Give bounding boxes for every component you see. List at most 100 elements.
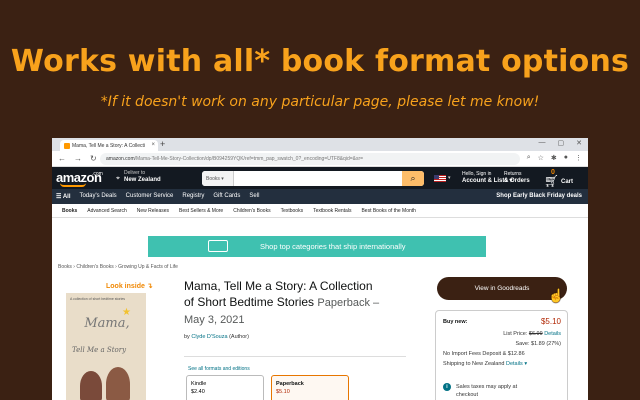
amazon-header: amazon .com ⌖ Deliver to New Zealand Boo… [52,167,588,189]
author-role: (Author) [229,334,249,340]
close-window-icon[interactable]: ✕ [576,139,582,147]
author-link[interactable]: Clyde D'Souza [191,334,227,340]
bookmark-star-icon[interactable]: ☆ [538,154,544,162]
subnav-textbooks[interactable]: Textbooks [281,208,304,214]
divider [184,356,406,357]
books-subnav: Books Advanced Search New Releases Best … [52,204,588,218]
browser-window: Mama, Tell Me a Story: A Collecti × + — … [52,138,588,400]
subnav-textbook-rentals[interactable]: Textbook Rentals [313,208,351,214]
list-price-row: List Price: $6.99 Details [503,331,561,337]
shipping-details-link[interactable]: Details ▾ [506,361,527,367]
subnav-best-books-month[interactable]: Best Books of the Month [361,208,415,214]
tax-line-1: Sales taxes may apply at [456,384,518,390]
banner-text: Shop top categories that ship internatio… [260,242,406,251]
deliver-to[interactable]: Deliver to New Zealand [124,170,161,184]
see-all-formats-link[interactable]: See all formats and editions [188,366,250,372]
list-price-label: List Price: [503,331,528,337]
list-price-details-link[interactable]: Details [544,331,561,337]
international-shipping-banner[interactable]: Shop top categories that ship internatio… [148,236,486,257]
language-caret-icon[interactable]: ▾ [448,175,451,181]
nav-gift-cards[interactable]: Gift Cards [213,193,240,200]
tab-title: Mama, Tell Me a Story: A Collecti [72,143,145,149]
format-name: Paperback [276,381,304,387]
cover-subtitle: Tell Me a Story [72,346,127,354]
buy-box: Buy new: $5.10 List Price: $6.99 Details… [435,310,568,400]
search-category-select[interactable]: Books ▾ [202,171,234,186]
look-inside-link[interactable]: Look inside ↴ [106,282,153,290]
sales-tax-note: Sales taxes may apply at checkout [456,383,517,399]
search-button[interactable]: ⌕ [402,171,424,186]
url-path: /Mama-Tell-Me-Story-Collection/dp/B09425… [134,156,364,162]
cover-title: Mama, [84,316,130,331]
forward-icon[interactable]: → [74,154,82,163]
cover-tagline: A collection of short bedtime stories [70,297,126,301]
address-bar: ← → ↻ amazon.com/Mama-Tell-Me-Story-Coll… [52,151,588,167]
search-bar: Books ▾ ⌕ [202,171,424,186]
location-pin-icon: ⌖ [116,175,120,182]
format-option-kindle[interactable]: Kindle $2.40 [186,375,264,400]
subnav-best-sellers[interactable]: Best Sellers & More [179,208,223,214]
buy-new-label: Buy new: [443,319,468,325]
back-icon[interactable]: ← [58,154,66,163]
search-input[interactable] [238,171,398,186]
nav-all-menu[interactable]: ☰ All [56,193,71,200]
cart-label: Cart [561,179,574,185]
orders-label: & Orders [504,178,530,184]
url-host: amazon.com [106,156,135,162]
nav-sell[interactable]: Sell [249,193,259,200]
format-price: $2.40 [191,389,205,395]
nav-customer-service[interactable]: Customer Service [126,193,174,200]
extensions-icon[interactable]: ✱ [551,154,557,162]
deliver-label: Deliver to [124,170,146,176]
shipping-text: Shipping to New Zealand [443,361,505,367]
close-tab-icon[interactable]: × [151,142,155,148]
subnav-new-releases[interactable]: New Releases [137,208,169,214]
format-price: $5.10 [276,389,290,395]
list-price: $6.99 [528,331,543,337]
cart-icon: 🛒︎ [544,174,560,188]
book-cover-image[interactable]: A collection of short bedtime stories ★ … [66,293,146,400]
logo-tld: .com [92,171,103,177]
import-fees: No Import Fees Deposit & $12.86 [443,351,525,357]
url-field[interactable]: amazon.com/Mama-Tell-Me-Story-Collection… [100,153,520,165]
savings: Save: $1.89 (27%) [515,341,561,347]
hand-cursor-icon: ☝ [548,288,565,303]
promo-headline: Works with all* book format options [10,44,630,79]
amazon-favicon-icon [64,143,70,149]
tab-strip: Mama, Tell Me a Story: A Collecti × + — … [52,138,588,151]
bunny-illustration [106,367,130,400]
promo-footnote: *If it doesn't work on any particular pa… [100,94,540,110]
new-tab-button[interactable]: + [160,139,165,149]
nav-promo[interactable]: Shop Early Black Friday deals [496,193,582,199]
zoom-icon[interactable]: ⌕ [527,154,531,162]
profile-icon[interactable]: ● [564,154,568,162]
product-title: Mama, Tell Me a Story: A Collection of S… [184,278,384,328]
returns-label: Returns [504,171,522,177]
amazon-nav: ☰ All Today's Deals Customer Service Reg… [52,189,588,204]
menu-icon[interactable]: ⋮ [575,154,582,162]
format-name: Kindle [191,381,207,387]
subnav-advanced-search[interactable]: Advanced Search [87,208,126,214]
subnav-books[interactable]: Books [62,208,77,214]
package-icon [208,240,228,252]
subnav-childrens-books[interactable]: Children's Books [233,208,270,214]
returns-orders[interactable]: Returns & Orders [504,171,530,185]
buy-price: $5.10 [540,317,561,326]
format-option-paperback[interactable]: Paperback $5.10 [271,375,349,400]
us-flag-icon[interactable] [434,175,446,182]
minimize-icon[interactable]: — [539,139,546,147]
nav-registry[interactable]: Registry [182,193,204,200]
info-icon: i [443,383,451,391]
browser-tab[interactable]: Mama, Tell Me a Story: A Collecti × [60,140,158,151]
bunny-illustration [80,371,102,400]
byline: by Clyde D'Souza (Author) [184,334,249,340]
shipping-row: Shipping to New Zealand Details ▾ [443,361,527,367]
nav-todays-deals[interactable]: Today's Deals [80,193,117,200]
byline-by: by [184,334,190,340]
window-controls: — ▢ ✕ [539,139,583,147]
maximize-icon[interactable]: ▢ [558,139,565,147]
reload-icon[interactable]: ↻ [90,154,97,163]
amazon-smile-icon [60,183,86,187]
breadcrumb[interactable]: Books › Children's Books › Growing Up & … [58,264,178,270]
search-icon: ⌕ [410,173,416,183]
